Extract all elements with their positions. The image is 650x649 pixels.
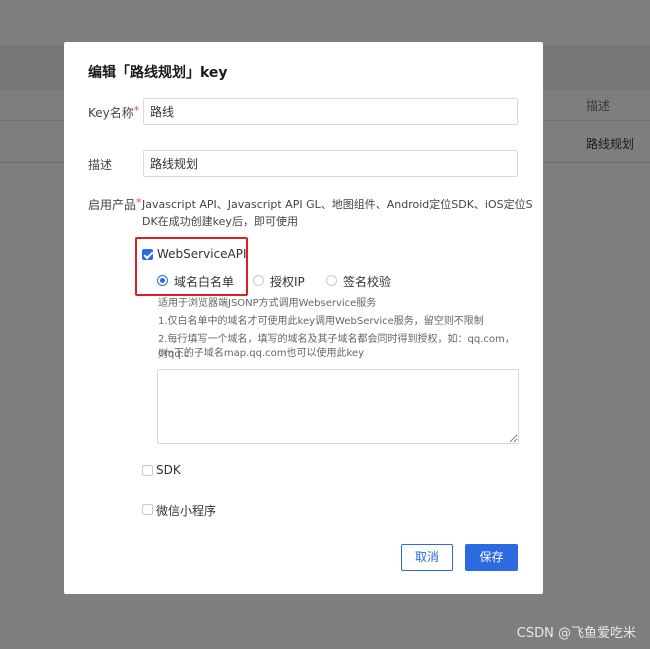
webservice-label: WebServiceAPI xyxy=(157,247,247,261)
products-label-text: 启用产品 xyxy=(88,198,137,212)
key-name-label: Key名称* xyxy=(88,104,139,121)
hint-line: om下的子域名map.qq.com也可以使用此key xyxy=(158,348,364,359)
radio-signature-check[interactable] xyxy=(326,275,337,286)
save-button[interactable]: 保存 xyxy=(465,544,518,571)
cancel-button[interactable]: 取消 xyxy=(401,544,453,571)
key-name-label-text: Key名称 xyxy=(88,106,134,120)
webservice-checkbox[interactable] xyxy=(142,249,153,260)
background-column-value: 路线规划 xyxy=(586,137,635,151)
description-input[interactable] xyxy=(143,150,518,177)
watermark: CSDN @飞鱼爱吃米 xyxy=(516,626,636,641)
sdk-label: SDK xyxy=(156,463,181,477)
radio-domain-whitelist[interactable] xyxy=(157,275,168,286)
products-label: 启用产品* xyxy=(88,196,142,213)
domain-whitelist-textarea[interactable] xyxy=(157,369,519,444)
required-mark: * xyxy=(136,196,142,209)
products-description-line1: Javascript API、Javascript API GL、地图组件、An… xyxy=(142,198,533,211)
radio-domain-whitelist-label: 域名白名单 xyxy=(174,275,235,289)
miniprogram-checkbox[interactable] xyxy=(142,504,153,515)
sdk-checkbox[interactable] xyxy=(142,465,153,476)
radio-authorized-ip-label: 授权IP xyxy=(270,275,305,289)
description-label: 描述 xyxy=(88,158,113,172)
radio-authorized-ip[interactable] xyxy=(253,275,264,286)
hint-line: 1.仅白名单中的域名才可使用此key调用WebService服务，留空则不限制 xyxy=(158,316,484,327)
hint-line: 适用于浏览器端JSONP方式调用Webservice服务 xyxy=(158,298,377,309)
miniprogram-label: 微信小程序 xyxy=(156,504,217,518)
edit-key-modal: 编辑「路线规划」key Key名称* 描述 启用产品* Javascript A… xyxy=(64,42,543,594)
background-column-header: 描述 xyxy=(586,99,611,113)
products-description-line2: DK在成功创建key后，即可使用 xyxy=(142,215,298,228)
radio-signature-check-label: 签名校验 xyxy=(343,275,392,289)
key-name-input[interactable] xyxy=(143,98,518,125)
modal-title: 编辑「路线规划」key xyxy=(88,65,228,81)
required-mark: * xyxy=(133,104,140,117)
